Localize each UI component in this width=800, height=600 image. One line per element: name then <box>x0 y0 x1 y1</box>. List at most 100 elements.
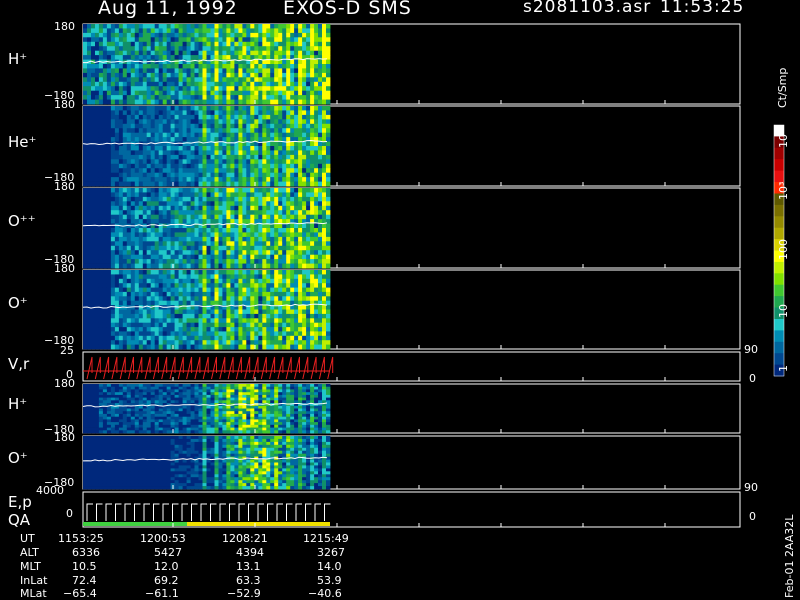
heatmap-cell <box>254 205 259 211</box>
heatmap-cell <box>174 236 179 242</box>
heatmap-cell <box>162 114 168 120</box>
heatmap-cell <box>170 172 175 178</box>
heatmap-cell <box>250 335 255 341</box>
heatmap-cell <box>190 68 195 74</box>
heatmap-cell <box>126 287 132 293</box>
heatmap-cell <box>250 128 255 133</box>
heatmap-cell <box>194 296 199 302</box>
heatmap-cell <box>326 309 331 315</box>
heatmap-cell <box>130 419 136 423</box>
heatmap-cell <box>110 154 116 160</box>
heatmap-cell <box>158 430 164 434</box>
heatmap-cell <box>118 335 124 341</box>
heatmap-cell <box>194 219 199 224</box>
heatmap-cell <box>83 300 88 306</box>
heatmap-cell <box>138 119 144 125</box>
heatmap-cell <box>122 254 128 260</box>
heatmap-cell <box>230 205 235 211</box>
heatmap-cell <box>138 210 144 215</box>
heatmap-cell <box>162 427 168 431</box>
heatmap-cell <box>242 214 247 220</box>
heatmap-cell <box>98 50 104 56</box>
heatmap-cell <box>114 132 120 138</box>
heatmap-cell <box>206 172 211 178</box>
heatmap-cell <box>162 188 168 193</box>
heatmap-cell <box>178 55 183 60</box>
heatmap-cell <box>154 411 160 415</box>
heatmap-cell <box>150 392 156 396</box>
heatmap-cell <box>318 188 323 193</box>
heatmap-cell <box>206 196 211 202</box>
heatmap-cell <box>91 219 96 224</box>
heatmap-cell <box>194 159 199 165</box>
heatmap-cell <box>262 232 267 238</box>
heatmap-cell <box>91 106 96 111</box>
heatmap-cell <box>258 28 263 34</box>
heatmap-cell <box>242 114 247 120</box>
heatmap-cell <box>170 331 175 337</box>
heatmap-cell <box>142 254 148 260</box>
heatmap-cell <box>122 32 128 38</box>
heatmap-cell <box>274 163 279 169</box>
heatmap-cell <box>210 37 215 43</box>
heatmap-cell <box>142 318 148 324</box>
heatmap-cell <box>154 300 160 306</box>
heatmap-cell <box>302 331 307 337</box>
heatmap-cell <box>91 55 96 60</box>
heatmap-cell <box>95 236 100 242</box>
heatmap-cell <box>238 210 243 215</box>
heatmap-cell <box>258 340 263 345</box>
heatmap-cell <box>238 41 243 47</box>
heatmap-cell <box>286 72 291 78</box>
heatmap-cell <box>282 114 287 120</box>
heatmap-cell <box>306 37 311 43</box>
heatmap-cell <box>102 424 108 428</box>
heatmap-cell <box>258 331 263 337</box>
heatmap-cell <box>182 141 187 147</box>
heatmap-cell <box>87 50 92 56</box>
heatmap-cell <box>322 81 327 87</box>
heatmap-cell <box>146 389 152 393</box>
heatmap-cell <box>214 172 219 178</box>
heatmap-cell <box>286 313 291 319</box>
heatmap-cell <box>126 259 132 264</box>
heatmap-cell <box>138 68 144 74</box>
heatmap-cell <box>230 241 235 247</box>
heatmap-cell <box>134 422 140 426</box>
heatmap-cell <box>138 28 144 34</box>
heatmap-cell <box>234 291 239 297</box>
heatmap-cell <box>258 192 263 198</box>
heatmap-cell <box>214 241 219 247</box>
heatmap-cell <box>114 411 120 415</box>
heatmap-cell <box>106 413 112 417</box>
heatmap-cell <box>190 201 195 207</box>
heatmap-cell <box>98 90 104 96</box>
heatmap-cell <box>318 205 323 211</box>
heatmap-cell <box>138 163 144 169</box>
heatmap-cell <box>234 154 239 160</box>
heatmap-cell <box>310 327 315 332</box>
heatmap-cell <box>310 150 315 156</box>
heatmap-cell <box>214 154 219 160</box>
heatmap-cell <box>95 137 100 142</box>
heatmap-cell <box>218 177 223 182</box>
heatmap-cell <box>98 236 104 242</box>
heatmap-cell <box>266 309 271 315</box>
heatmap-cell <box>234 32 239 38</box>
heatmap-cell <box>206 300 211 306</box>
heatmap-cell <box>95 394 100 398</box>
heatmap-cell <box>178 37 183 43</box>
heatmap-cell <box>110 177 116 182</box>
heatmap-cell <box>150 188 156 193</box>
heatmap-cell <box>194 318 199 324</box>
heatmap-cell <box>198 274 203 280</box>
heatmap-cell <box>98 322 104 328</box>
heatmap-cell <box>322 123 327 129</box>
heatmap-cell <box>87 250 92 255</box>
heatmap-cell <box>318 132 323 138</box>
heatmap-cell <box>146 32 152 38</box>
heatmap-cell <box>314 228 319 233</box>
heatmap-cell <box>126 296 132 302</box>
heatmap-cell <box>262 241 267 247</box>
heatmap-cell <box>222 137 227 142</box>
